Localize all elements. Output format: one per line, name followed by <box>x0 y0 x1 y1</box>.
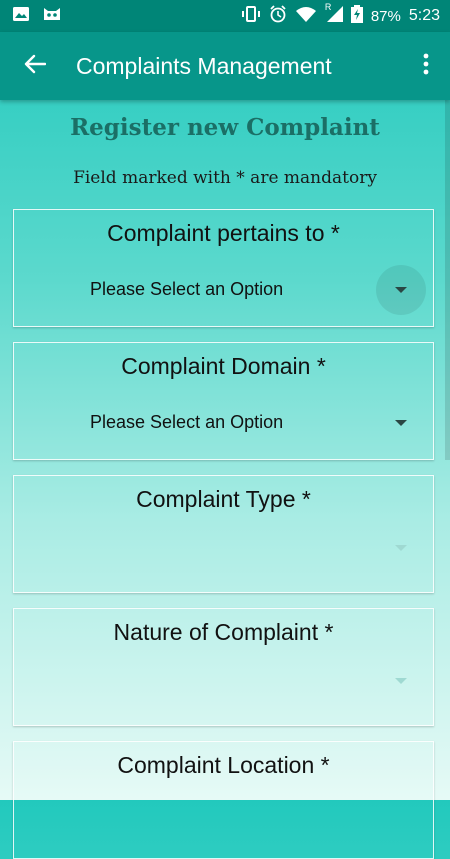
complaint-pertains-select[interactable]: Please Select an Option <box>90 279 283 300</box>
chevron-down-icon[interactable] <box>395 287 407 293</box>
status-bar: R 87% 5:23 <box>0 0 450 32</box>
overflow-menu-button[interactable] <box>414 46 438 86</box>
complaint-type-label: Complaint Type * <box>136 486 311 512</box>
alarm-icon <box>269 5 287 27</box>
form-subheading: Field marked with * are mandatory <box>73 168 377 188</box>
arrow-back-icon <box>24 54 47 79</box>
scrollbar[interactable] <box>445 100 450 460</box>
complaint-pertains-card: Complaint pertains to * Please Select an… <box>13 209 434 327</box>
image-icon <box>12 6 30 27</box>
battery-charging-icon <box>350 5 363 27</box>
more-vertical-icon <box>423 53 429 80</box>
nature-of-complaint-label: Nature of Complaint * <box>113 619 334 645</box>
complaint-domain-select[interactable]: Please Select an Option <box>90 412 283 433</box>
back-button[interactable] <box>14 45 56 87</box>
roaming-label: R <box>324 2 332 12</box>
complaint-location-label: Complaint Location * <box>117 752 330 778</box>
page-title: Complaints Management <box>76 52 332 79</box>
chevron-down-icon[interactable] <box>395 420 407 426</box>
form-heading: Register new Complaint <box>70 114 380 141</box>
clock: 5:23 <box>408 7 440 24</box>
vibrate-icon <box>241 5 261 27</box>
complaint-domain-card: Complaint Domain * Please Select an Opti… <box>13 342 434 460</box>
complaint-type-card: Complaint Type * <box>13 475 434 593</box>
complaint-domain-label: Complaint Domain * <box>121 353 326 379</box>
app-bar: Complaints Management <box>0 32 450 100</box>
chevron-down-icon[interactable] <box>395 678 407 684</box>
signal-icon: R <box>325 2 343 26</box>
cat-app-icon <box>42 6 62 27</box>
chevron-down-icon[interactable] <box>395 545 407 551</box>
battery-percent: 87% <box>370 7 401 25</box>
complaint-pertains-label: Complaint pertains to * <box>107 220 340 246</box>
nature-of-complaint-card: Nature of Complaint * <box>13 608 434 726</box>
complaint-location-card: Complaint Location * <box>13 741 434 859</box>
wifi-icon <box>295 6 317 26</box>
